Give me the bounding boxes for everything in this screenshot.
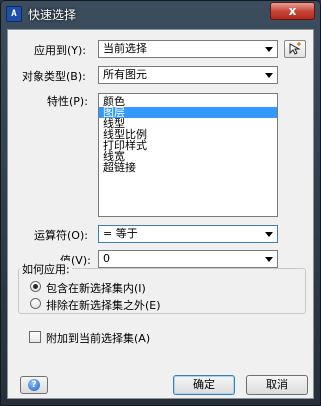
chevron-down-icon: [265, 257, 273, 262]
list-item[interactable]: 打印样式: [99, 140, 277, 151]
dialog-body: 应用到(Y): 当前选择 对象类型(B): 所有图元 特性(P): 颜色 图层 …: [7, 29, 314, 399]
append-label[interactable]: 附加到当前选择集(A): [46, 330, 150, 346]
properties-label: 特性(P):: [47, 95, 88, 108]
list-item[interactable]: 颜色: [99, 96, 277, 107]
help-button[interactable]: ?: [20, 376, 48, 394]
apply-to-select[interactable]: 当前选择: [98, 40, 278, 58]
chevron-down-icon: [265, 73, 273, 78]
operator-label: 运算符(O):: [34, 229, 88, 242]
chevron-down-icon: [265, 232, 273, 237]
list-item-selected[interactable]: 图层: [99, 107, 277, 118]
quick-select-dialog: A 快速选择 x 应用到(Y): 当前选择 对象类型(B): 所有图元 特性(P…: [0, 0, 321, 406]
ok-button[interactable]: 确定: [173, 375, 235, 395]
value-value: 0: [103, 252, 110, 265]
operator-select[interactable]: = 等于: [98, 225, 278, 243]
exclude-radio[interactable]: [30, 298, 41, 309]
properties-list[interactable]: 颜色 图层 线型 线型比例 打印样式 线宽 超链接: [98, 93, 278, 217]
include-label[interactable]: 包含在新选择集内(I): [46, 280, 146, 296]
dialog-title: 快速选择: [28, 8, 77, 22]
object-type-label: 对象类型(B):: [22, 70, 86, 83]
cancel-button[interactable]: 取消: [246, 375, 308, 395]
title-bar[interactable]: A 快速选择 x: [1, 1, 320, 27]
select-objects-icon: [289, 42, 301, 55]
operator-value: = 等于: [103, 227, 138, 240]
close-button[interactable]: x: [270, 2, 315, 20]
select-objects-button[interactable]: [284, 40, 306, 58]
object-type-value: 所有图元: [103, 68, 147, 81]
object-type-select[interactable]: 所有图元: [98, 66, 278, 84]
how-to-apply-title: 如何应用:: [20, 261, 72, 277]
exclude-label[interactable]: 排除在新选择集之外(E): [46, 297, 161, 313]
apply-to-label: 应用到(Y):: [34, 44, 87, 57]
apply-to-value: 当前选择: [103, 42, 147, 55]
chevron-down-icon: [265, 47, 273, 52]
help-icon: ?: [28, 379, 40, 391]
list-item[interactable]: 超链接: [99, 162, 277, 173]
value-select[interactable]: 0: [98, 250, 278, 268]
app-icon: A: [6, 6, 22, 22]
append-checkbox[interactable]: [29, 331, 41, 343]
include-radio[interactable]: [30, 281, 41, 292]
